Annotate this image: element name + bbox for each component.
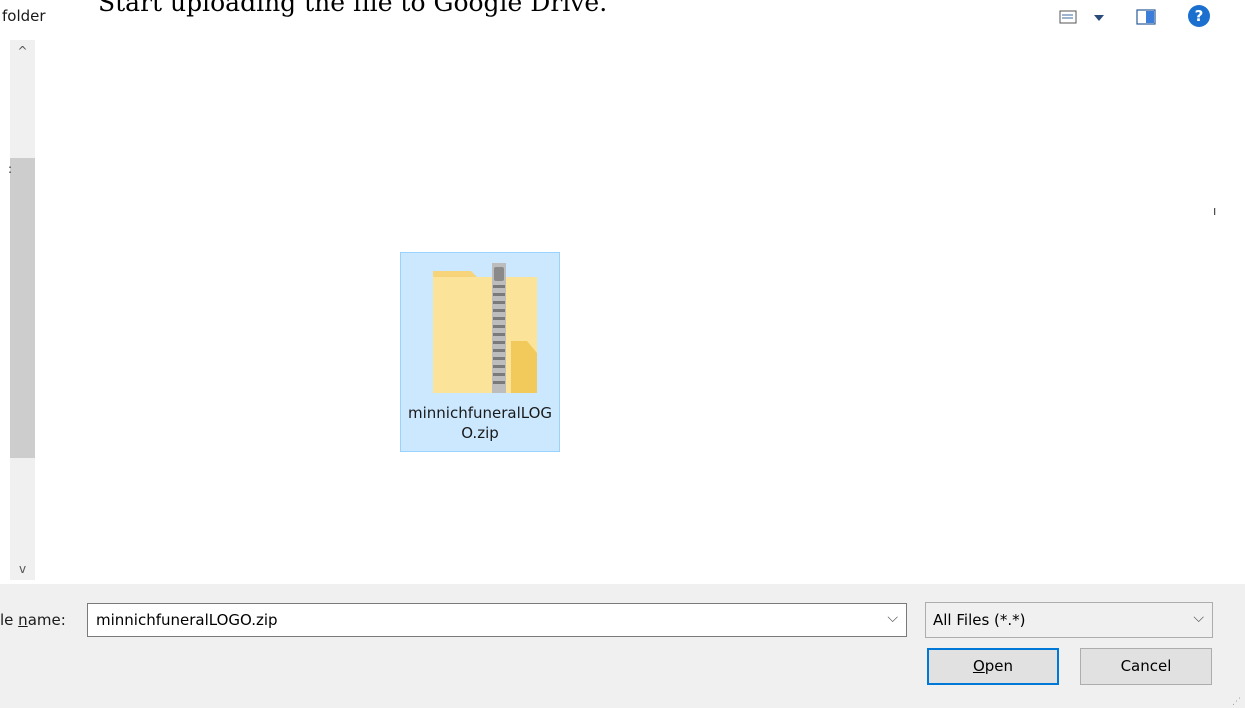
chevron-down-icon[interactable]: ⌵ [887, 610, 898, 626]
folder-label: folder [2, 7, 46, 25]
cancel-button[interactable]: Cancel [1080, 648, 1212, 685]
scroll-down-icon[interactable]: v [10, 562, 35, 582]
resize-grip-icon[interactable]: ⋰ [1232, 698, 1241, 707]
zip-folder-icon [431, 263, 539, 395]
file-name-label: minnichfuneralLOGO.zip [407, 404, 553, 442]
toolbar: folder ? [0, 0, 1245, 36]
file-type-select[interactable]: All Files (*.*) ⌵ [925, 602, 1213, 638]
left-edge-fragment: : [8, 162, 13, 176]
help-icon[interactable]: ? [1188, 5, 1210, 27]
vertical-scrollbar[interactable]: ^ v [10, 40, 35, 580]
chevron-down-icon: ⌵ [1193, 610, 1204, 626]
change-view-icon[interactable] [1058, 6, 1080, 28]
scroll-thumb[interactable] [10, 158, 35, 458]
dialog-footer: le name: minnichfuneralLOGO.zip ⌵ All Fi… [0, 584, 1245, 708]
file-name-label: le name: [0, 611, 66, 629]
open-button[interactable]: Open [927, 648, 1059, 685]
right-edge-fragment: ı [1213, 204, 1217, 218]
file-item[interactable]: minnichfuneralLOGO.zip [400, 252, 560, 452]
preview-pane-icon[interactable] [1135, 6, 1157, 28]
scroll-up-icon[interactable]: ^ [10, 44, 35, 64]
file-type-value: All Files (*.*) [933, 611, 1026, 629]
file-name-input[interactable]: minnichfuneralLOGO.zip ⌵ [87, 603, 907, 637]
view-options-dropdown-icon[interactable] [1088, 6, 1110, 28]
file-name-value: minnichfuneralLOGO.zip [96, 611, 278, 629]
